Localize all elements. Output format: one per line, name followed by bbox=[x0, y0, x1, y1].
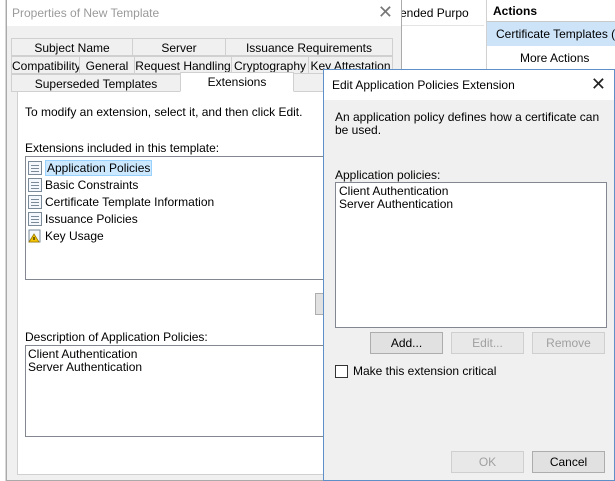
edit-dialog-title: Edit Application Policies Extension bbox=[332, 78, 515, 92]
close-icon[interactable]: ✕ bbox=[591, 75, 606, 93]
tab-server[interactable]: Server bbox=[132, 38, 226, 56]
tab-superseded-templates[interactable]: Superseded Templates bbox=[11, 74, 181, 92]
more-actions-link[interactable]: More Actions bbox=[487, 46, 615, 68]
description-label: Description of Application Policies: bbox=[25, 330, 208, 344]
list-item[interactable]: Key Usage bbox=[28, 228, 104, 244]
extension-icon bbox=[28, 212, 42, 226]
remove-button[interactable]: Remove bbox=[532, 332, 605, 354]
extension-icon bbox=[28, 195, 42, 209]
extensions-label: Extensions included in this template: bbox=[25, 141, 220, 155]
column-header-fragment: ended Purpo bbox=[398, 0, 484, 26]
checkbox-icon[interactable] bbox=[335, 364, 348, 378]
tab-extensions[interactable]: Extensions bbox=[180, 72, 294, 92]
extensions-list[interactable]: Application Policies Basic Constraints C… bbox=[25, 156, 335, 280]
tab-general[interactable]: General bbox=[79, 56, 135, 74]
tab-subject-name[interactable]: Subject Name bbox=[11, 38, 133, 56]
list-item[interactable]: Certificate Template Information bbox=[28, 194, 214, 210]
actions-header: Actions bbox=[487, 0, 615, 22]
instruction-text: To modify an extension, select it, and t… bbox=[25, 105, 303, 119]
edit-application-policies-dialog: Edit Application Policies Extension ✕ An… bbox=[323, 69, 615, 481]
actions-certificate-templates[interactable]: Certificate Templates (A bbox=[487, 22, 615, 46]
properties-title: Properties of New Template bbox=[12, 6, 160, 20]
cancel-button[interactable]: Cancel bbox=[532, 451, 605, 473]
list-item[interactable]: Application Policies bbox=[28, 160, 153, 176]
tab-issuance-requirements[interactable]: Issuance Requirements bbox=[225, 38, 393, 56]
ok-button[interactable]: OK bbox=[451, 451, 524, 473]
add-button[interactable]: Add... bbox=[370, 332, 443, 354]
extension-icon bbox=[28, 161, 42, 175]
properties-title-bar: Properties of New Template ✕ bbox=[7, 0, 401, 26]
list-item[interactable]: Basic Constraints bbox=[28, 177, 138, 193]
policy-description: An application policy defines how a cert… bbox=[335, 110, 600, 137]
actions-pane: Actions Certificate Templates (A More Ac… bbox=[486, 0, 615, 72]
description-box: Client Authentication Server Authenticat… bbox=[25, 345, 335, 437]
tab-compatibility[interactable]: Compatibility bbox=[11, 56, 80, 74]
edit-dialog-body: An application policy defines how a cert… bbox=[324, 100, 614, 480]
list-item[interactable]: Server Authentication bbox=[339, 198, 603, 211]
critical-label: Make this extension critical bbox=[353, 364, 497, 378]
edit-dialog-title-bar: Edit Application Policies Extension ✕ bbox=[324, 70, 614, 100]
policies-label: Application policies: bbox=[335, 168, 441, 182]
description-line: Server Authentication bbox=[28, 360, 143, 374]
policies-list[interactable]: Client Authentication Server Authenticat… bbox=[335, 182, 607, 328]
warning-extension-icon bbox=[28, 229, 42, 243]
list-item[interactable]: Issuance Policies bbox=[28, 211, 138, 227]
critical-checkbox[interactable]: Make this extension critical bbox=[335, 364, 496, 378]
close-icon[interactable]: ✕ bbox=[378, 3, 393, 21]
extension-icon bbox=[28, 178, 42, 192]
edit-button[interactable]: Edit... bbox=[451, 332, 524, 354]
